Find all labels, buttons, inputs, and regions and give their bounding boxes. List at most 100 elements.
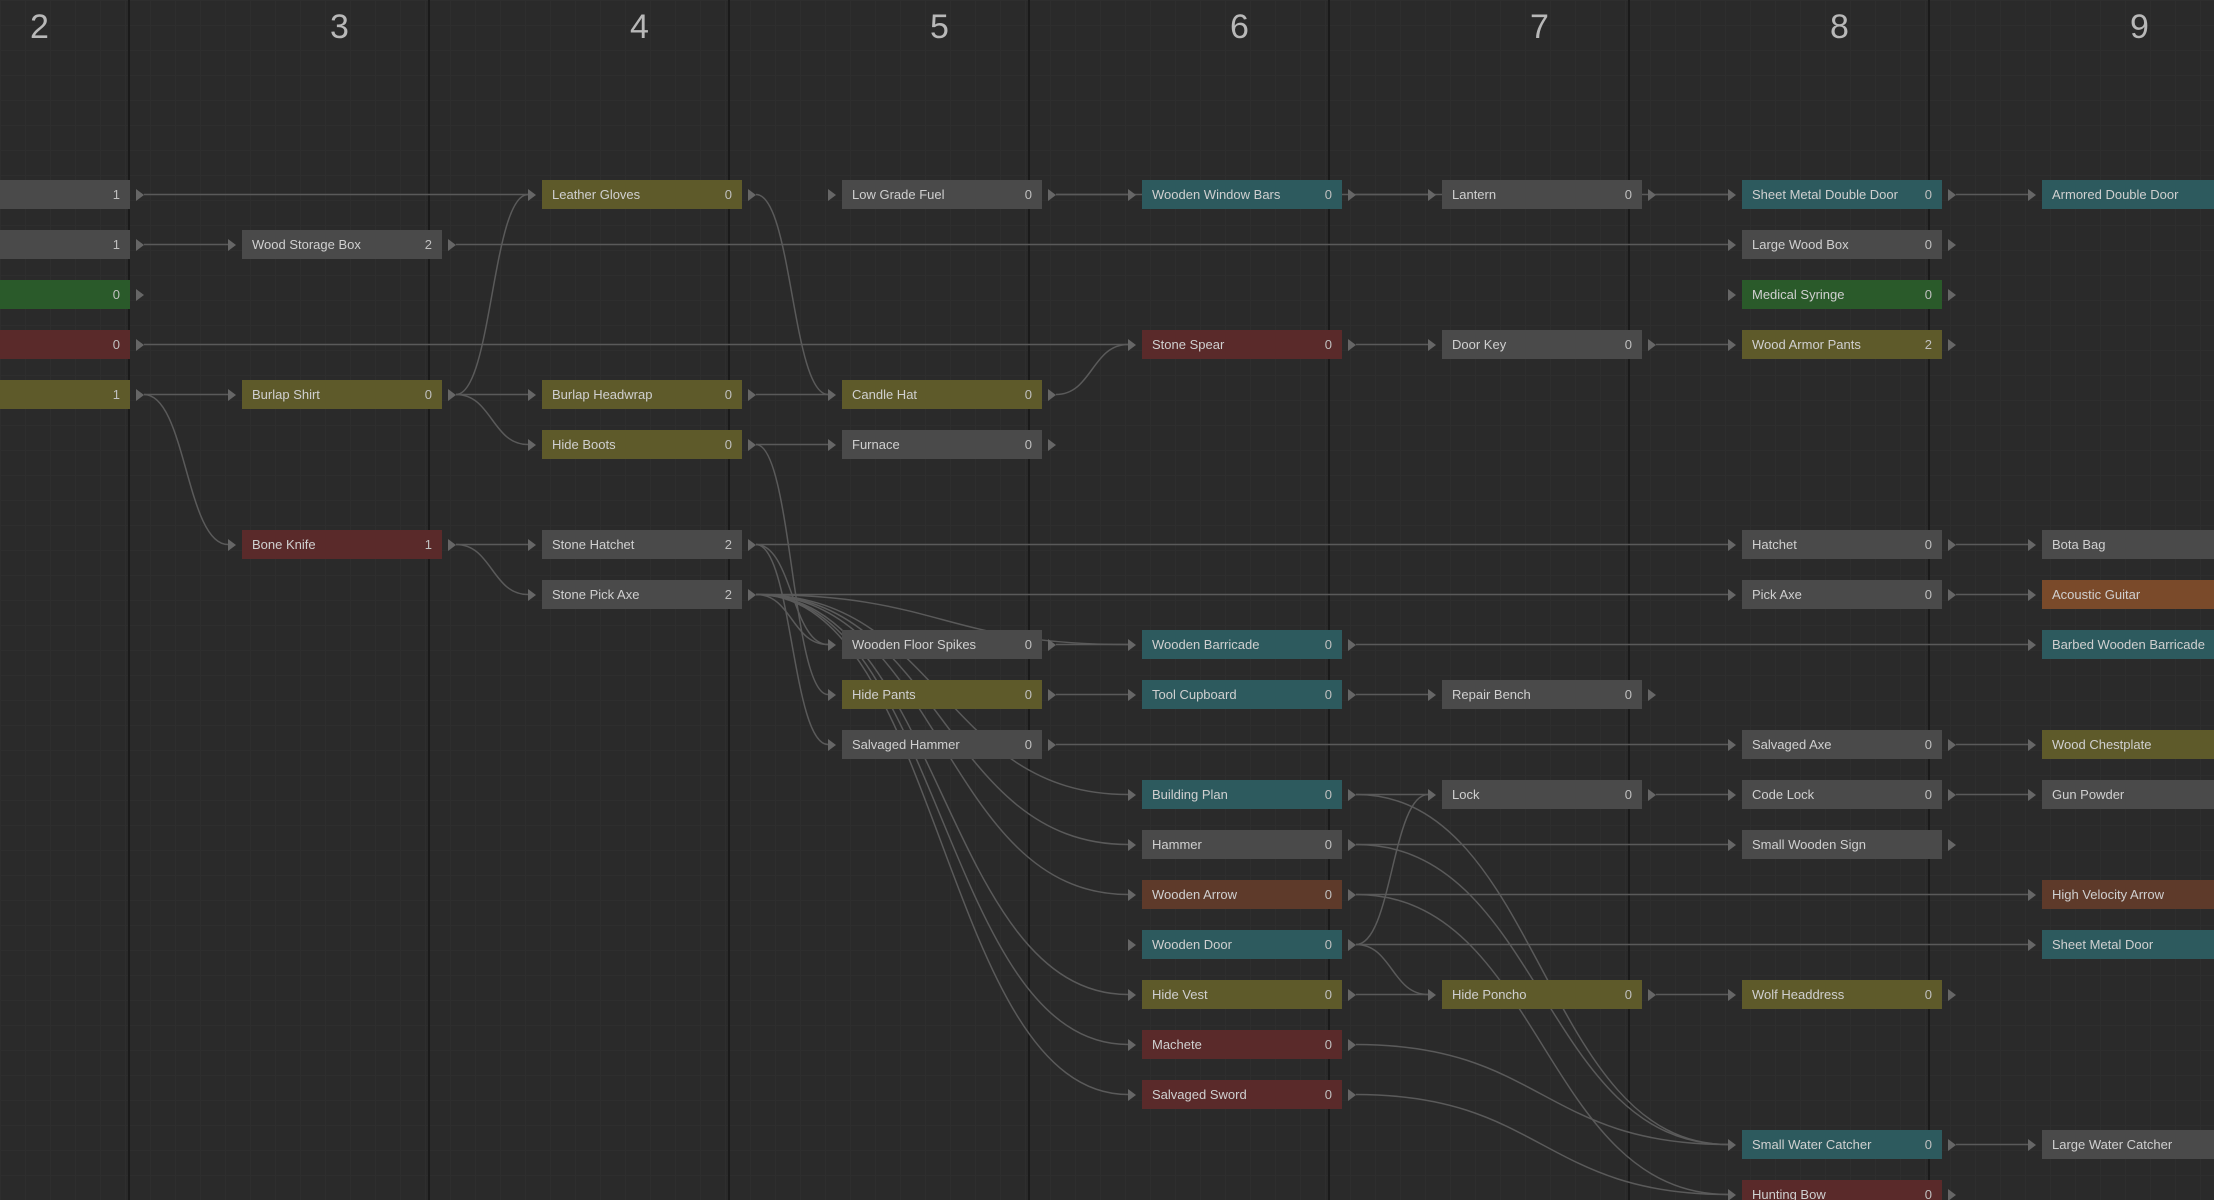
tech-node[interactable]: Repair Bench0 xyxy=(1442,680,1642,709)
node-count: 1 xyxy=(425,537,432,552)
node-count: 0 xyxy=(1925,1187,1932,1200)
tech-tree-canvas[interactable]: 23456789ap1tash1e0 Spear0Trousers1Wood S… xyxy=(0,0,2214,1200)
tech-node[interactable]: Wood Chestplate xyxy=(2042,730,2214,759)
tech-node[interactable]: tash1 xyxy=(0,230,130,259)
node-label: Low Grade Fuel xyxy=(852,187,945,202)
tech-node[interactable]: Wooden Barricade0 xyxy=(1142,630,1342,659)
tech-node[interactable]: Medical Syringe0 xyxy=(1742,280,1942,309)
tech-node[interactable]: Hide Pants 0 xyxy=(842,680,1042,709)
tech-node[interactable]: Spear0 xyxy=(0,330,130,359)
tech-node[interactable]: Candle Hat0 xyxy=(842,380,1042,409)
node-label: Hatchet xyxy=(1752,537,1797,552)
tech-node[interactable]: Code Lock0 xyxy=(1742,780,1942,809)
tech-node[interactable]: Hunting Bow0 xyxy=(1742,1180,1942,1200)
node-count: 0 xyxy=(1025,437,1032,452)
tech-node[interactable]: Wooden Arrow0 xyxy=(1142,880,1342,909)
node-label: Wood Chestplate xyxy=(2052,737,2152,752)
tech-node[interactable]: Hatchet0 xyxy=(1742,530,1942,559)
node-count: 0 xyxy=(1925,787,1932,802)
tech-node[interactable]: Wolf Headdress0 xyxy=(1742,980,1942,1009)
node-label: Large Wood Box xyxy=(1752,237,1849,252)
node-label: Building Plan xyxy=(1152,787,1228,802)
tech-node[interactable]: Wood Armor Pants 2 xyxy=(1742,330,1942,359)
tech-node[interactable]: Large Water Catcher xyxy=(2042,1130,2214,1159)
node-label: Hammer xyxy=(1152,837,1202,852)
tech-node[interactable]: Low Grade Fuel0 xyxy=(842,180,1042,209)
tech-node[interactable]: Machete0 xyxy=(1142,1030,1342,1059)
tech-node[interactable]: Wooden Floor Spikes0 xyxy=(842,630,1042,659)
node-label: Burlap Shirt xyxy=(252,387,320,402)
tech-node[interactable]: Small Wooden Sign xyxy=(1742,830,1942,859)
node-count: 0 xyxy=(1325,837,1332,852)
tech-node[interactable]: Lantern0 xyxy=(1442,180,1642,209)
tech-node[interactable]: Sheet Metal Door xyxy=(2042,930,2214,959)
node-label: Wooden Arrow xyxy=(1152,887,1237,902)
node-count: 0 xyxy=(113,287,120,302)
tech-node[interactable]: Gun Powder xyxy=(2042,780,2214,809)
tech-node[interactable]: Building Plan0 xyxy=(1142,780,1342,809)
node-count: 0 xyxy=(1925,1137,1932,1152)
tech-node[interactable]: ap1 xyxy=(0,180,130,209)
node-count: 0 xyxy=(1925,287,1932,302)
tech-node[interactable]: Burlap Shirt0 xyxy=(242,380,442,409)
tech-node[interactable]: Hide Vest 0 xyxy=(1142,980,1342,1009)
node-label: Bone Knife xyxy=(252,537,316,552)
node-count: 2 xyxy=(425,237,432,252)
tech-node[interactable]: Stone Hatchet2 xyxy=(542,530,742,559)
node-count: 0 xyxy=(1325,987,1332,1002)
node-label: Stone Pick Axe xyxy=(552,587,639,602)
tech-node[interactable]: Barbed Wooden Barricade xyxy=(2042,630,2214,659)
node-count: 2 xyxy=(725,537,732,552)
node-label: Gun Powder xyxy=(2052,787,2124,802)
tech-node[interactable]: Hammer 0 xyxy=(1142,830,1342,859)
node-count: 0 xyxy=(1925,237,1932,252)
tech-node[interactable]: Furnace 0 xyxy=(842,430,1042,459)
node-label: Wood Armor Pants xyxy=(1752,337,1861,352)
node-label: Hide Boots xyxy=(552,437,616,452)
node-count: 0 xyxy=(1925,737,1932,752)
tech-node[interactable]: Hide Poncho0 xyxy=(1442,980,1642,1009)
tech-node[interactable]: Burlap Headwrap 0 xyxy=(542,380,742,409)
tech-node[interactable]: Tool Cupboard0 xyxy=(1142,680,1342,709)
node-label: Acoustic Guitar xyxy=(2052,587,2140,602)
tech-node[interactable]: Hide Boots 0 xyxy=(542,430,742,459)
tech-node[interactable]: Bota Bag xyxy=(2042,530,2214,559)
node-label: Hide Vest xyxy=(1152,987,1208,1002)
node-label: Wooden Barricade xyxy=(1152,637,1259,652)
tier-label: 3 xyxy=(330,8,349,47)
node-label: Small Wooden Sign xyxy=(1752,837,1866,852)
tech-node[interactable]: e0 xyxy=(0,280,130,309)
tech-node[interactable]: Stone Pick Axe2 xyxy=(542,580,742,609)
node-count: 0 xyxy=(725,437,732,452)
tech-node[interactable]: Door Key0 xyxy=(1442,330,1642,359)
tech-node[interactable]: Sheet Metal Double Door0 xyxy=(1742,180,1942,209)
node-label: Wooden Floor Spikes xyxy=(852,637,976,652)
node-count: 0 xyxy=(1025,687,1032,702)
tech-node[interactable]: Wooden Door0 xyxy=(1142,930,1342,959)
tech-node[interactable]: Wood Storage Box2 xyxy=(242,230,442,259)
node-count: 2 xyxy=(1925,337,1932,352)
node-label: Salvaged Hammer xyxy=(852,737,960,752)
tech-node[interactable]: Stone Spear0 xyxy=(1142,330,1342,359)
tech-node[interactable]: High Velocity Arrow xyxy=(2042,880,2214,909)
node-label: Barbed Wooden Barricade xyxy=(2052,637,2205,652)
tech-node[interactable]: Leather Gloves0 xyxy=(542,180,742,209)
tech-node[interactable]: Acoustic Guitar xyxy=(2042,580,2214,609)
tech-node[interactable]: Large Wood Box 0 xyxy=(1742,230,1942,259)
node-label: Furnace xyxy=(852,437,900,452)
tech-node[interactable]: Lock0 xyxy=(1442,780,1642,809)
node-label: Sheet Metal Double Door xyxy=(1752,187,1898,202)
tech-node[interactable]: Wooden Window Bars0 xyxy=(1142,180,1342,209)
node-count: 1 xyxy=(113,387,120,402)
node-label: Hide Pants xyxy=(852,687,916,702)
tech-node[interactable]: Small Water Catcher0 xyxy=(1742,1130,1942,1159)
tech-node[interactable]: Trousers1 xyxy=(0,380,130,409)
tech-node[interactable]: Salvaged Hammer0 xyxy=(842,730,1042,759)
tech-node[interactable]: Pick Axe0 xyxy=(1742,580,1942,609)
node-count: 0 xyxy=(725,387,732,402)
node-label: Burlap Headwrap xyxy=(552,387,652,402)
tech-node[interactable]: Bone Knife 1 xyxy=(242,530,442,559)
tech-node[interactable]: Armored Double Door xyxy=(2042,180,2214,209)
tech-node[interactable]: Salvaged Axe0 xyxy=(1742,730,1942,759)
tech-node[interactable]: Salvaged Sword0 xyxy=(1142,1080,1342,1109)
